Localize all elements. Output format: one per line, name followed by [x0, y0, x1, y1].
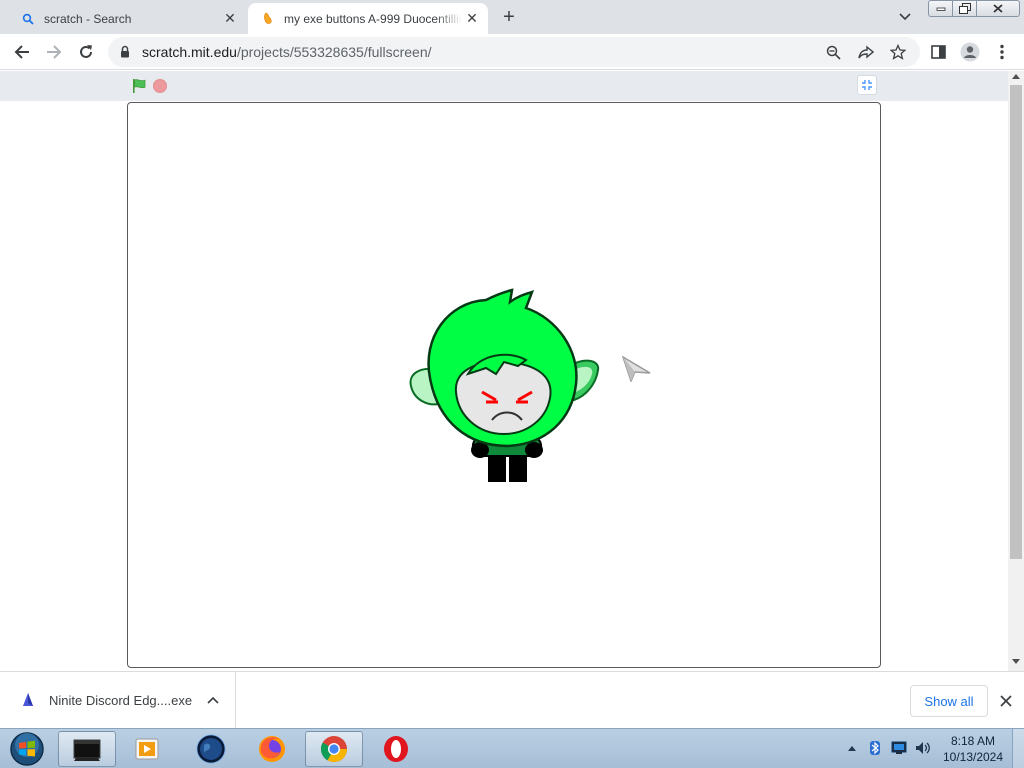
back-button[interactable]	[9, 39, 35, 65]
scratch-cat-icon	[260, 11, 276, 27]
project-stage[interactable]	[127, 102, 881, 668]
show-all-button[interactable]: Show all	[910, 685, 988, 717]
bluetooth-icon[interactable]	[867, 740, 883, 756]
clock-time: 8:18 AM	[950, 734, 996, 748]
scroll-thumb[interactable]	[1010, 85, 1022, 559]
tab-title: scratch - Search	[44, 11, 132, 26]
ninite-file-icon	[20, 692, 36, 708]
reload-button[interactable]	[73, 39, 99, 65]
volume-icon[interactable]	[915, 740, 931, 756]
download-shelf: Ninite Discord Edg....exe Show all	[0, 671, 1024, 728]
side-panel-icon[interactable]	[925, 39, 951, 65]
show-desktop-button[interactable]	[1012, 729, 1024, 768]
url-host: scratch.mit.edu	[142, 44, 237, 60]
close-tab-icon[interactable]: ✕	[220, 9, 240, 29]
opera-icon[interactable]	[367, 731, 425, 767]
browser-toolbar: scratch.mit.edu/projects/553328635/fulls…	[0, 34, 1024, 70]
clock-date: 10/13/2024	[942, 750, 1004, 764]
show-hidden-icons-icon[interactable]	[844, 740, 860, 756]
bookmark-star-icon[interactable]	[888, 42, 908, 62]
url-path: /projects/553328635/fullscreen/	[236, 44, 432, 60]
forward-button[interactable]	[41, 39, 67, 65]
page-viewport	[0, 71, 1024, 671]
green-flag-icon[interactable]	[131, 78, 147, 94]
exit-fullscreen-icon[interactable]	[857, 75, 877, 95]
profile-avatar-icon[interactable]	[957, 39, 983, 65]
download-file-name: Ninite Discord Edg....exe	[49, 693, 193, 708]
taskbar-clock[interactable]: 8:18 AM 10/13/2024	[937, 733, 1009, 765]
url-text: scratch.mit.edu/projects/553328635/fulls…	[142, 44, 432, 60]
share-icon[interactable]	[856, 42, 876, 62]
start-button[interactable]	[8, 731, 46, 767]
tab-scratch-search[interactable]: scratch - Search ✕	[8, 3, 246, 34]
zoom-icon[interactable]	[823, 42, 843, 62]
tab-search-chevron-icon[interactable]	[895, 8, 915, 26]
firefox-icon[interactable]	[243, 731, 301, 767]
new-tab-button[interactable]: +	[498, 6, 520, 28]
minimize-window-button[interactable]	[928, 0, 953, 17]
desktop-screen: scratch - Search ✕ my exe buttons A-999 …	[0, 0, 1024, 768]
chevron-up-icon[interactable]	[205, 692, 221, 708]
close-tab-icon[interactable]: ✕	[462, 9, 482, 29]
globe-icon[interactable]	[182, 731, 240, 767]
chrome-icon[interactable]	[305, 731, 363, 767]
close-icon[interactable]	[996, 691, 1016, 711]
stage-header	[0, 71, 1008, 101]
menu-kebab-icon[interactable]	[989, 39, 1015, 65]
media-player-icon[interactable]	[119, 731, 177, 767]
arrow-pointer-sprite-icon[interactable]	[622, 356, 652, 382]
close-window-button[interactable]	[976, 0, 1020, 17]
scroll-up-arrow-icon[interactable]	[1012, 74, 1020, 79]
tab-scratch-project[interactable]: my exe buttons A-999 Duocentillion ✕	[248, 3, 488, 34]
address-bar[interactable]: scratch.mit.edu/projects/553328635/fulls…	[108, 37, 920, 67]
terminal-icon[interactable]	[58, 731, 116, 767]
stop-icon[interactable]	[153, 79, 167, 93]
scroll-down-arrow-icon[interactable]	[1012, 659, 1020, 664]
restore-window-button[interactable]	[952, 0, 977, 17]
windows-taskbar: 8:18 AM 10/13/2024	[0, 728, 1024, 768]
download-item[interactable]: Ninite Discord Edg....exe	[0, 672, 236, 728]
page-scrollbar[interactable]	[1008, 71, 1024, 671]
search-icon	[20, 11, 36, 27]
sprite-character[interactable]	[408, 288, 604, 488]
network-icon[interactable]	[891, 740, 907, 756]
tab-strip: scratch - Search ✕ my exe buttons A-999 …	[0, 0, 1024, 34]
lock-icon	[120, 45, 130, 63]
tab-title: my exe buttons A-999 Duocentillion	[284, 11, 462, 26]
